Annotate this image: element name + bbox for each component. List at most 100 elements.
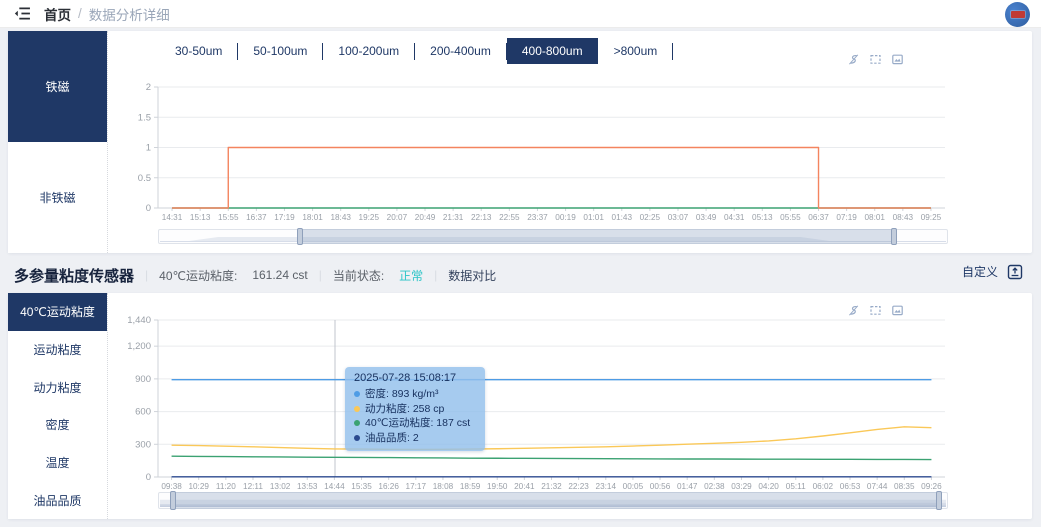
svg-text:22:23: 22:23 xyxy=(568,482,589,491)
viscosity-sidebar-item[interactable]: 40℃运动粘度 xyxy=(8,293,107,331)
particle-sidebar-item[interactable]: 非铁磁 xyxy=(8,142,107,253)
svg-text:01:43: 01:43 xyxy=(612,213,633,222)
breadcrumb: 首页 / 数据分析详细 xyxy=(44,4,170,24)
svg-text:05:11: 05:11 xyxy=(786,482,806,491)
size-tab[interactable]: 100-200um xyxy=(323,38,414,64)
save-image-icon[interactable] xyxy=(891,304,904,322)
viscosity-sidebar-item[interactable]: 动力粘度 xyxy=(8,368,107,406)
svg-text:03:29: 03:29 xyxy=(731,482,752,491)
svg-text:18:59: 18:59 xyxy=(460,482,481,491)
svg-text:04:31: 04:31 xyxy=(724,213,745,222)
svg-text:23:37: 23:37 xyxy=(527,213,548,222)
svg-text:1,200: 1,200 xyxy=(128,341,151,352)
breadcrumb-home[interactable]: 首页 xyxy=(44,4,71,24)
collapse-menu-icon[interactable] xyxy=(14,6,32,22)
svg-text:21:32: 21:32 xyxy=(541,482,562,491)
sensor-header-actions: 自定义 xyxy=(962,263,1023,280)
viscosity-panel: 40℃运动粘度 运动粘度 动力粘度 密度 温度 油品品质 0 300 600 900 1,200 1… xyxy=(8,293,1032,519)
svg-text:0.5: 0.5 xyxy=(138,173,151,184)
size-tab[interactable]: 30-50um xyxy=(160,38,237,64)
size-tab[interactable]: 50-100um xyxy=(238,38,322,64)
particle-sidebar-item[interactable]: 铁磁 xyxy=(8,31,107,142)
svg-text:1.5: 1.5 xyxy=(138,112,151,123)
svg-text:20:49: 20:49 xyxy=(415,213,436,222)
svg-text:15:13: 15:13 xyxy=(190,213,211,222)
svg-text:13:53: 13:53 xyxy=(297,482,318,491)
chart-tooltip: 2025-07-28 15:08:17 密度: 893 kg/m³ 动力粘度: 2… xyxy=(345,367,485,451)
svg-text:16:26: 16:26 xyxy=(378,482,399,491)
save-image-icon[interactable] xyxy=(891,53,904,71)
svg-text:21:31: 21:31 xyxy=(443,213,464,222)
tooltip-row: 油品品质: 2 xyxy=(354,431,476,446)
datazoom-window[interactable] xyxy=(297,228,897,245)
viscosity-sidebar-item[interactable]: 运动粘度 xyxy=(8,331,107,369)
particle-sidebar: 铁磁 非铁磁 xyxy=(8,31,108,253)
breadcrumb-separator: / xyxy=(78,6,82,21)
metric-label: 40℃运动粘度: xyxy=(159,268,238,283)
tooltip-text: 油品品质: 2 xyxy=(365,431,419,444)
box-select-icon[interactable] xyxy=(869,53,882,71)
topbar: 首页 / 数据分析详细 xyxy=(0,0,1041,28)
svg-text:12:11: 12:11 xyxy=(243,482,263,491)
size-tab[interactable]: 400-800um xyxy=(506,38,598,64)
svg-text:23:14: 23:14 xyxy=(596,482,617,491)
box-select-icon[interactable] xyxy=(869,304,882,322)
svg-text:09:26: 09:26 xyxy=(921,482,942,491)
svg-text:2: 2 xyxy=(146,82,151,93)
svg-text:10:29: 10:29 xyxy=(188,482,209,491)
avatar[interactable] xyxy=(1005,2,1030,27)
breadcrumb-current: 数据分析详细 xyxy=(88,7,170,23)
viscosity-chart[interactable]: 0 300 600 900 1,200 1,440 09:38 10:29 11:20 12:11… xyxy=(128,303,1018,503)
tooltip-text: 40℃运动粘度: 187 cst xyxy=(365,417,471,429)
svg-text:19:25: 19:25 xyxy=(359,213,380,222)
svg-text:16:37: 16:37 xyxy=(246,213,267,222)
chart-toolbox xyxy=(847,53,904,71)
zoom-handle-left[interactable] xyxy=(297,228,304,245)
tooltip-rows: 密度: 893 kg/m³ 动力粘度: 258 cp 40℃运动粘度: 187 cs… xyxy=(354,387,476,445)
svg-text:22:55: 22:55 xyxy=(499,213,520,222)
svg-text:06:53: 06:53 xyxy=(840,482,861,491)
svg-text:09:25: 09:25 xyxy=(921,213,942,222)
svg-text:19:50: 19:50 xyxy=(487,482,508,491)
svg-text:13:02: 13:02 xyxy=(270,482,291,491)
svg-text:01:47: 01:47 xyxy=(677,482,698,491)
series-dot-icon xyxy=(354,420,360,427)
custom-button[interactable]: 自定义 xyxy=(962,263,998,280)
size-tab[interactable]: >800um xyxy=(599,38,673,64)
restore-icon[interactable] xyxy=(847,53,860,71)
viscosity-sidebar-item[interactable]: 温度 xyxy=(8,444,107,482)
svg-text:14:31: 14:31 xyxy=(162,213,183,222)
status-label: 当前状态: xyxy=(332,268,385,283)
svg-text:15:55: 15:55 xyxy=(218,213,239,222)
series-dot-icon xyxy=(354,405,360,412)
sensor-header: 多参量粘度传感器 | 40℃运动粘度: 161.24 cst | 当前状态: 正常 … xyxy=(14,262,496,288)
svg-text:01:01: 01:01 xyxy=(583,213,604,222)
tooltip-row: 40℃运动粘度: 187 cst xyxy=(354,416,476,431)
particle-chart[interactable]: 0 0.5 1 1.5 2 14:31 15:13 15:55 16:37 17:19 18:01 1… xyxy=(128,71,1018,229)
data-compare-link[interactable]: 数据对比 xyxy=(448,267,496,284)
export-icon[interactable] xyxy=(1007,264,1023,280)
viscosity-sidebar-item[interactable]: 油品品质 xyxy=(8,481,107,519)
viscosity-sidebar: 40℃运动粘度 运动粘度 动力粘度 密度 温度 油品品质 xyxy=(8,293,108,519)
svg-text:22:13: 22:13 xyxy=(471,213,492,222)
zoom-handle-right[interactable] xyxy=(890,228,897,245)
tooltip-row: 密度: 893 kg/m³ xyxy=(354,387,476,402)
svg-text:02:25: 02:25 xyxy=(640,213,661,222)
svg-text:18:43: 18:43 xyxy=(330,213,351,222)
svg-text:06:02: 06:02 xyxy=(813,482,834,491)
svg-text:08:35: 08:35 xyxy=(894,482,915,491)
svg-text:11:20: 11:20 xyxy=(216,482,236,491)
restore-icon[interactable] xyxy=(847,304,860,322)
svg-text:20:07: 20:07 xyxy=(387,213,408,222)
svg-text:03:49: 03:49 xyxy=(696,213,717,222)
svg-text:08:43: 08:43 xyxy=(893,213,914,222)
svg-text:18:08: 18:08 xyxy=(433,482,454,491)
size-tab[interactable]: 200-400um xyxy=(415,38,506,64)
datazoom-slider[interactable] xyxy=(158,228,948,245)
svg-text:17:17: 17:17 xyxy=(406,482,427,491)
svg-text:07:19: 07:19 xyxy=(836,213,857,222)
series-dot-icon xyxy=(354,434,360,441)
svg-text:900: 900 xyxy=(135,374,151,385)
viscosity-sidebar-item[interactable]: 密度 xyxy=(8,406,107,444)
svg-text:06:37: 06:37 xyxy=(808,213,829,222)
